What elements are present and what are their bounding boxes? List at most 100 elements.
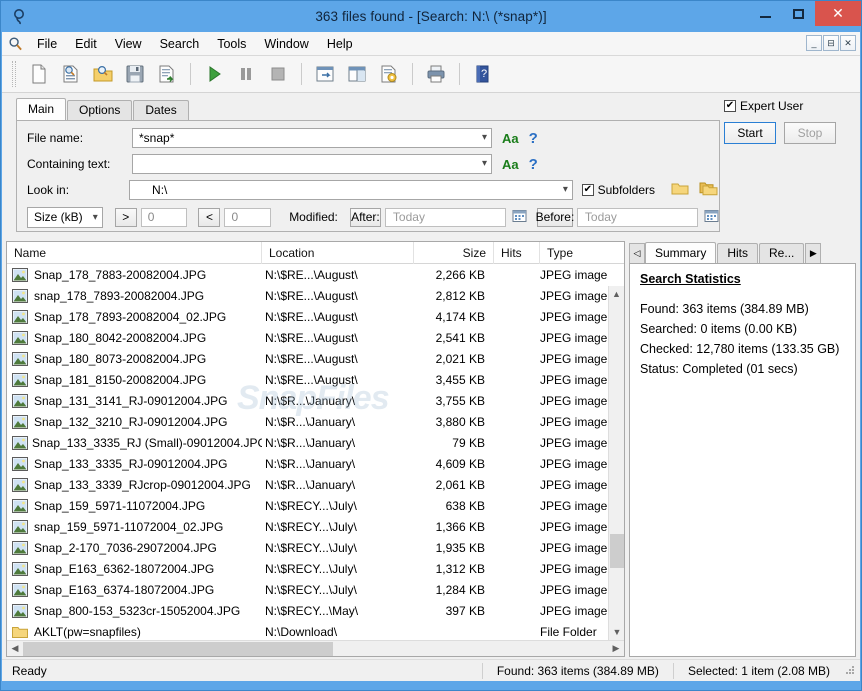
table-row[interactable]: snap_159_5971-11072004_02.JPG N:\$RECY...… [7,516,624,537]
filename-input[interactable]: *snap* ▾ [132,128,492,148]
menu-item-edit[interactable]: Edit [66,33,106,55]
minimize-button[interactable] [749,1,782,26]
folder-icon[interactable] [671,181,689,199]
modified-before-input[interactable]: Today [576,207,699,227]
menu-item-window[interactable]: Window [255,33,317,55]
column-header-size[interactable]: Size [414,242,494,264]
scroll-down-icon[interactable]: ▼ [609,624,624,640]
mdi-restore-button[interactable]: ⊟ [823,35,839,51]
tab-summary[interactable]: Summary [645,242,717,263]
preview-pane-icon[interactable] [342,59,372,89]
containing-text-input[interactable]: ▾ [132,154,492,174]
tab-dates[interactable]: Dates [133,100,189,120]
stop-search-icon[interactable] [263,59,293,89]
table-row[interactable]: Snap_133_3339_RJcrop-09012004.JPG N:\$R..… [7,474,624,495]
save-icon[interactable] [120,59,150,89]
horizontal-scroll-thumb[interactable] [23,642,333,656]
help-book-icon[interactable]: ? [468,59,498,89]
export-icon[interactable] [152,59,182,89]
size-less-than-button[interactable]: < [198,207,221,227]
table-row[interactable]: Snap_178_7893-20082004_02.JPG N:\$RE...\A… [7,306,624,327]
chevron-down-icon[interactable]: ▾ [482,132,487,143]
table-row[interactable]: Snap_132_3210_RJ-09012004.JPG N:\$R...\Ja… [7,411,624,432]
folders-icon[interactable] [699,181,719,199]
menu-item-tools[interactable]: Tools [208,33,255,55]
chevron-down-icon[interactable]: ▾ [563,184,568,195]
print-icon[interactable] [421,59,451,89]
table-row[interactable]: Snap_800-153_5323cr-15052004.JPG N:\$RECY… [7,600,624,621]
folder-search-icon[interactable] [88,59,118,89]
new-search-icon[interactable] [24,59,54,89]
table-row[interactable]: Snap_159_5971-11072004.JPG N:\$RECY...\Ju… [7,495,624,516]
close-button[interactable]: ✕ [815,1,861,26]
scroll-up-icon[interactable]: ▲ [609,286,624,302]
results-pane-icon[interactable] [310,59,340,89]
start-search-icon[interactable] [199,59,229,89]
scroll-left-icon[interactable]: ◀ [7,643,23,654]
horizontal-scrollbar[interactable]: ◀ ▶ [7,640,624,656]
stop-button[interactable]: Stop [784,122,836,144]
modified-after-input[interactable]: Today [384,207,507,227]
modified-before-button[interactable]: Before: [536,207,574,227]
file-list-body[interactable]: Snap_178_7883-20082004.JPG N:\$RE...\Augu… [7,264,624,640]
chevron-down-icon[interactable]: ▾ [482,158,487,169]
calendar-icon[interactable] [512,208,527,226]
match-case-icon[interactable]: Aa [502,157,519,172]
column-header-location[interactable]: Location [262,242,414,264]
menu-item-view[interactable]: View [106,33,151,55]
file-name-text: Snap_E163_6374-18072004.JPG [34,582,215,597]
options-gear-icon[interactable] [374,59,404,89]
start-button[interactable]: Start [724,122,776,144]
table-row[interactable]: Snap_180_8042-20082004.JPG N:\$RE...\Augu… [7,327,624,348]
menu-item-search[interactable]: Search [151,33,209,55]
match-case-icon[interactable]: Aa [502,131,519,146]
expert-user-checkbox[interactable]: ✔ [724,100,736,112]
tab-scroll-left-button[interactable]: ◁ [629,243,645,263]
size-max-input[interactable]: 0 [224,207,272,227]
tab-main[interactable]: Main [16,98,67,120]
help-icon[interactable]: ? [529,130,538,147]
help-icon[interactable]: ? [529,156,538,173]
menu-item-help[interactable]: Help [318,33,362,55]
menu-item-file[interactable]: File [28,33,66,55]
column-header-name[interactable]: Name [7,242,262,264]
chevron-down-icon[interactable]: ▾ [93,212,98,223]
lookin-input[interactable]: N:\ ▾ [129,180,573,200]
pause-search-icon[interactable] [231,59,261,89]
vertical-scroll-thumb[interactable] [610,534,624,568]
mdi-close-button[interactable]: ✕ [840,35,856,51]
subfolders-checkbox[interactable]: ✔ [581,184,594,196]
column-header-hits[interactable]: Hits [494,242,540,264]
table-row[interactable]: Snap_2-170_7036-29072004.JPG N:\$RECY...\… [7,537,624,558]
maximize-button[interactable] [782,1,815,26]
mdi-minimize-button[interactable]: _ [806,35,822,51]
open-search-icon[interactable] [56,59,86,89]
modified-after-button[interactable]: After: [349,207,381,227]
resize-grip[interactable] [844,664,858,678]
table-row[interactable]: Snap_133_3335_RJ (Small)-09012004.JPG N:\… [7,432,624,453]
size-min-input[interactable]: 0 [140,207,188,227]
size-unit-select[interactable]: Size (kB) ▾ [27,206,103,228]
table-row[interactable]: Snap_131_3141_RJ-09012004.JPG N:\$R...\Ja… [7,390,624,411]
table-row[interactable]: Snap_180_8073-20082004.JPG N:\$RE...\Augu… [7,348,624,369]
table-row[interactable]: Snap_133_3335_RJ-09012004.JPG N:\$R...\Ja… [7,453,624,474]
table-row[interactable]: Snap_E163_6362-18072004.JPG N:\$RECY...\J… [7,558,624,579]
filename-label: File name: [27,131,84,145]
toolbar-grip[interactable] [12,61,16,87]
tab-hits[interactable]: Hits [717,243,759,263]
size-greater-than-button[interactable]: > [114,207,137,227]
containing-text-row: Containing text: ▾ Aa ? [17,151,719,177]
scroll-right-icon[interactable]: ▶ [608,643,624,654]
table-row[interactable]: snap_178_7893-20082004.JPG N:\$RE...\Augu… [7,285,624,306]
vertical-scrollbar[interactable]: ▲ ▼ [608,286,624,640]
file-list[interactable]: Name Location Size Hits Type Snap_178_78… [6,241,625,657]
table-row[interactable]: Snap_181_8150-20082004.JPG N:\$RE...\Augu… [7,369,624,390]
column-header-type[interactable]: Type [540,242,624,264]
tab-options[interactable]: Options [67,100,133,120]
tab-scroll-right-button[interactable]: ▶ [805,243,822,263]
table-row[interactable]: AKLT(pw=snapfiles) N:\Download\ File Folde… [7,621,624,640]
calendar-icon[interactable] [704,208,719,226]
table-row[interactable]: Snap_E163_6374-18072004.JPG N:\$RECY...\J… [7,579,624,600]
table-row[interactable]: Snap_178_7883-20082004.JPG N:\$RE...\Augu… [7,264,624,285]
tab-results[interactable]: Re... [759,243,805,263]
